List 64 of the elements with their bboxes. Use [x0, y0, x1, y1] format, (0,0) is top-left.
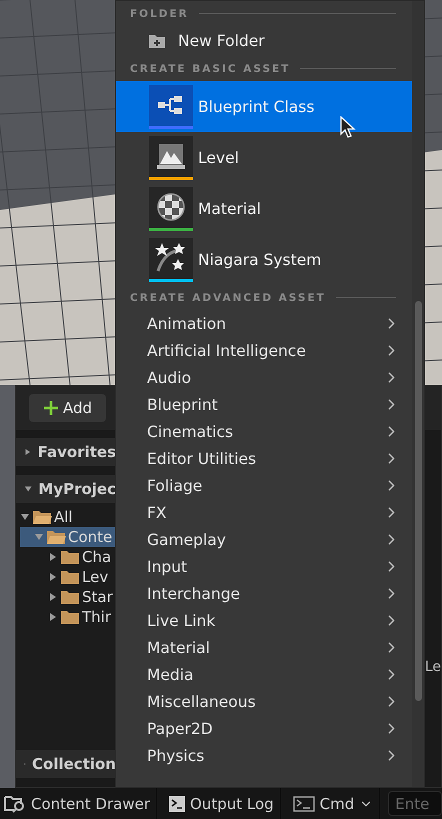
- checkered-sphere-icon: [156, 192, 186, 222]
- section-heading: FOLDER: [130, 8, 189, 20]
- menu-item[interactable]: Material: [116, 183, 412, 234]
- menu-item[interactable]: Level: [116, 132, 412, 183]
- folder-label: Star: [82, 588, 113, 606]
- folder-label: Conte: [68, 528, 112, 546]
- open-folder-icon: [46, 529, 66, 545]
- menu-item[interactable]: Paper2D: [116, 715, 412, 742]
- menu-item[interactable]: Media: [116, 661, 412, 688]
- menu-item[interactable]: Physics: [116, 742, 412, 769]
- folder-label: Lev: [82, 568, 108, 586]
- menu-item[interactable]: Foliage: [116, 472, 412, 499]
- menu-item[interactable]: Niagara System: [116, 234, 412, 285]
- console-input-field[interactable]: Ente: [388, 791, 442, 816]
- new-folder-icon: [148, 34, 166, 48]
- folder-icon: [60, 549, 80, 565]
- source-section-header[interactable]: Collection: [16, 750, 116, 778]
- folder-tree-item[interactable]: All: [20, 507, 116, 527]
- menu-item[interactable]: Miscellaneous: [116, 688, 412, 715]
- folder-tree-item[interactable]: Conte: [20, 527, 116, 547]
- add-button[interactable]: Add: [29, 394, 106, 422]
- expanded-arrow-icon[interactable]: [24, 484, 32, 494]
- menu-item[interactable]: Cinematics: [116, 418, 412, 445]
- menu-item[interactable]: Artificial Intelligence: [116, 337, 412, 364]
- menu-item[interactable]: Material: [116, 634, 412, 661]
- folder-label: Thir: [82, 608, 112, 626]
- folder-tree-item[interactable]: Lev: [20, 567, 116, 587]
- menu-item[interactable]: Input: [116, 553, 412, 580]
- open-folder-icon: [32, 509, 52, 525]
- menu-item[interactable]: Animation: [116, 310, 412, 337]
- mountain-icon: [156, 142, 186, 170]
- section-heading: CREATE ADVANCED ASSET: [130, 292, 326, 304]
- node-graph-icon: [157, 94, 185, 116]
- folder-tree-item[interactable]: Thir: [20, 607, 116, 627]
- folder-search-icon: [4, 794, 26, 812]
- menu-item[interactable]: Audio: [116, 364, 412, 391]
- mouse-cursor-icon: [340, 116, 356, 138]
- folder-icon: [60, 609, 80, 625]
- collapsed-arrow-icon[interactable]: [24, 447, 32, 457]
- folder-tree-item[interactable]: Star: [20, 587, 116, 607]
- source-section-header[interactable]: Favorites: [16, 438, 116, 466]
- source-section-header[interactable]: MyProjec: [16, 475, 116, 503]
- menu-item[interactable]: Gameplay: [116, 526, 412, 553]
- folder-icon: [60, 589, 80, 605]
- asset-label: Le: [424, 659, 441, 675]
- folder-tree-item[interactable]: Cha: [20, 547, 116, 567]
- section-heading: CREATE BASIC ASSET: [130, 62, 290, 74]
- menu-item[interactable]: Blueprint Class: [116, 81, 412, 132]
- menu-item[interactable]: FX: [116, 499, 412, 526]
- terminal-icon: [169, 796, 185, 812]
- section-label: Collection: [32, 755, 116, 773]
- folder-label: All: [54, 508, 73, 526]
- section-label: Favorites: [38, 443, 116, 461]
- section-label: MyProjec: [38, 480, 116, 498]
- plus-icon: [43, 400, 59, 416]
- folder-icon: [60, 569, 80, 585]
- menu-item[interactable]: Blueprint: [116, 391, 412, 418]
- menu-item[interactable]: Editor Utilities: [116, 445, 412, 472]
- scrollbar-thumb[interactable]: [415, 301, 422, 701]
- menu-item[interactable]: Interchange: [116, 580, 412, 607]
- menu-item[interactable]: New Folder: [116, 26, 412, 56]
- terminal-icon: [292, 796, 315, 812]
- menu-item[interactable]: Live Link: [116, 607, 412, 634]
- folder-label: Cha: [82, 548, 112, 566]
